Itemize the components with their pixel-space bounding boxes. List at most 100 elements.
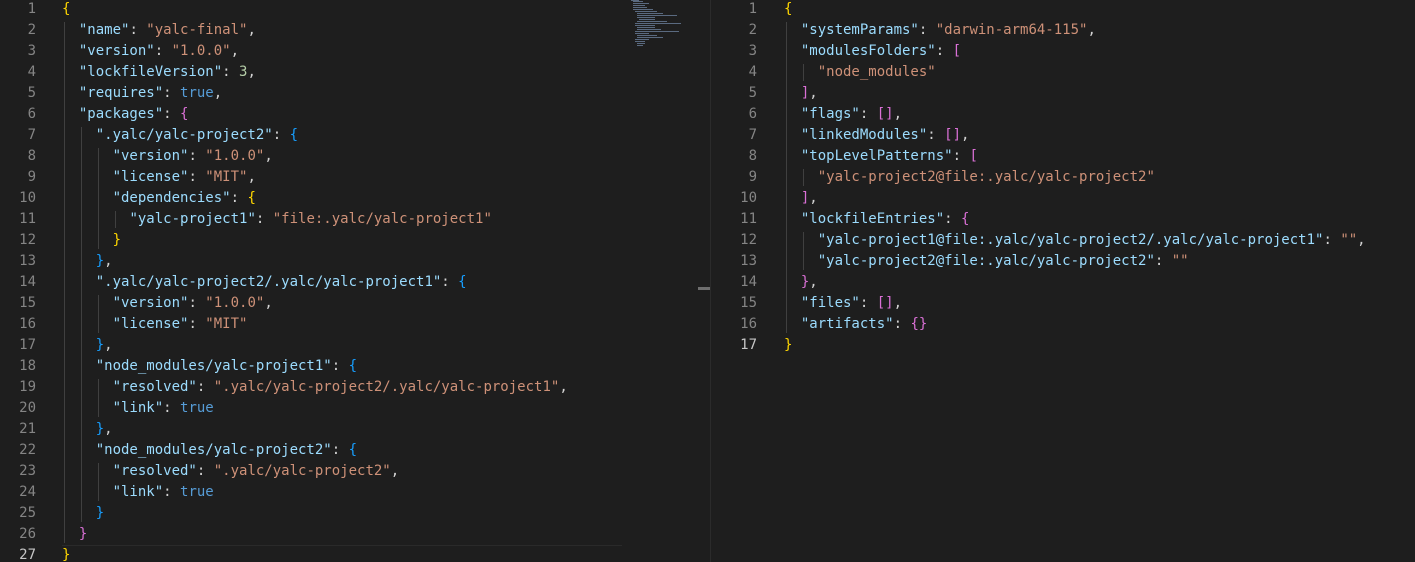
code-line[interactable]: "link": true — [62, 482, 214, 503]
line-number[interactable]: 8 — [721, 146, 757, 167]
line-number[interactable]: 19 — [0, 377, 36, 398]
code-line[interactable]: "modulesFolders": [ — [784, 41, 961, 62]
code-line[interactable]: ".yalc/yalc-project2": { — [62, 125, 298, 146]
left-editor-pane[interactable]: 1 {2 "name": "yalc-final", 3 "version": "1… — [0, 0, 697, 562]
code-line[interactable]: "requires": true, — [62, 83, 222, 104]
code-line[interactable]: "dependencies": { — [62, 188, 256, 209]
line-number[interactable]: 11 — [721, 209, 757, 230]
line-number[interactable]: 7 — [721, 125, 757, 146]
code-token: "yalc-project1" — [129, 211, 256, 227]
line-number[interactable]: 17 — [721, 335, 757, 356]
code-line[interactable]: "packages": { — [62, 104, 189, 125]
line-number[interactable]: 8 — [0, 146, 36, 167]
code-line[interactable]: "license": "MIT" — [62, 314, 248, 335]
code-line[interactable]: "systemParams": "darwin-arm64-115", — [784, 20, 1096, 41]
line-number[interactable]: 15 — [721, 293, 757, 314]
line-number[interactable]: 1 — [0, 0, 36, 20]
code-line[interactable]: "resolved": ".yalc/yalc-project2", — [62, 461, 400, 482]
line-number[interactable]: 17 — [0, 335, 36, 356]
line-number[interactable]: 3 — [0, 41, 36, 62]
code-line[interactable]: ".yalc/yalc-project2/.yalc/yalc-project1… — [62, 272, 467, 293]
line-number[interactable]: 5 — [721, 83, 757, 104]
line-number[interactable]: 24 — [0, 482, 36, 503]
line-number[interactable]: 26 — [0, 524, 36, 545]
code-line[interactable]: "yalc-project1@file:.yalc/yalc-project2/… — [784, 230, 1366, 251]
line-number[interactable]: 5 — [0, 83, 36, 104]
line-number[interactable]: 15 — [0, 293, 36, 314]
code-line[interactable]: } — [62, 503, 104, 524]
line-number[interactable]: 11 — [0, 209, 36, 230]
code-line[interactable]: } — [784, 335, 792, 356]
vertical-scrollbar-thumb[interactable] — [698, 287, 710, 290]
line-number[interactable]: 2 — [721, 20, 757, 41]
line-number[interactable]: 14 — [721, 272, 757, 293]
line-number[interactable]: 6 — [721, 104, 757, 125]
line-number[interactable]: 12 — [0, 230, 36, 251]
code-line[interactable]: "linkedModules": [], — [784, 125, 970, 146]
code-line[interactable]: }, — [62, 419, 113, 440]
code-line[interactable]: "resolved": ".yalc/yalc-project2/.yalc/y… — [62, 377, 568, 398]
code-line[interactable]: } — [62, 524, 87, 545]
editor-splitter[interactable] — [697, 0, 711, 562]
line-number[interactable]: 9 — [721, 167, 757, 188]
code-line[interactable]: ], — [784, 83, 818, 104]
code-line[interactable]: } — [62, 545, 70, 562]
code-line[interactable]: "license": "MIT", — [62, 167, 256, 188]
code-line[interactable]: "node_modules" — [784, 62, 936, 83]
code-line[interactable]: "topLevelPatterns": [ — [784, 146, 978, 167]
code-line[interactable]: "name": "yalc-final", — [62, 20, 256, 41]
code-line[interactable]: "files": [], — [784, 293, 902, 314]
line-number[interactable]: 27 — [0, 545, 36, 562]
line-number[interactable]: 25 — [0, 503, 36, 524]
code-line[interactable]: }, — [784, 272, 818, 293]
code-line[interactable]: } — [62, 230, 121, 251]
line-number[interactable]: 23 — [0, 461, 36, 482]
code-line[interactable]: "yalc-project2@file:.yalc/yalc-project2"… — [784, 251, 1189, 272]
code-token: : — [129, 22, 147, 38]
code-line[interactable]: { — [784, 0, 792, 20]
line-number[interactable]: 6 — [0, 104, 36, 125]
code-line[interactable]: "version": "1.0.0", — [62, 293, 273, 314]
right-editor-pane[interactable]: 1 {2 "systemParams": "darwin-arm64-115", 3… — [711, 0, 1415, 562]
line-number[interactable]: 7 — [0, 125, 36, 146]
code-line[interactable]: "node_modules/yalc-project2": { — [62, 440, 357, 461]
line-number[interactable]: 1 — [721, 0, 757, 20]
line-number[interactable]: 4 — [0, 62, 36, 83]
line-number[interactable]: 16 — [0, 314, 36, 335]
line-number[interactable]: 9 — [0, 167, 36, 188]
code-line[interactable]: "yalc-project1": "file:.yalc/yalc-projec… — [62, 209, 491, 230]
code-line[interactable]: "link": true — [62, 398, 214, 419]
line-number[interactable]: 10 — [721, 188, 757, 209]
line-number[interactable]: 18 — [0, 356, 36, 377]
line-number[interactable]: 12 — [721, 230, 757, 251]
code-line[interactable]: }, — [62, 335, 113, 356]
code-line[interactable]: ], — [784, 188, 818, 209]
code-line[interactable]: "node_modules/yalc-project1": { — [62, 356, 357, 377]
code-line[interactable]: "flags": [], — [784, 104, 902, 125]
line-number[interactable]: 10 — [0, 188, 36, 209]
indent-guide — [98, 148, 99, 249]
code-line[interactable]: "version": "1.0.0", — [62, 146, 273, 167]
line-number[interactable]: 22 — [0, 440, 36, 461]
code-line[interactable]: }, — [62, 251, 113, 272]
line-number[interactable]: 20 — [0, 398, 36, 419]
code-line[interactable]: { — [62, 0, 70, 20]
line-number[interactable]: 13 — [0, 251, 36, 272]
minimap[interactable] — [631, 0, 691, 52]
line-number[interactable]: 2 — [0, 20, 36, 41]
code-line[interactable]: "lockfileVersion": 3, — [62, 62, 256, 83]
code-line[interactable]: "artifacts": {} — [784, 314, 927, 335]
code-line[interactable]: "version": "1.0.0", — [62, 41, 239, 62]
line-number[interactable]: 16 — [721, 314, 757, 335]
line-number[interactable]: 3 — [721, 41, 757, 62]
line-number[interactable]: 4 — [721, 62, 757, 83]
line-number[interactable]: 21 — [0, 419, 36, 440]
code-token: : — [196, 463, 214, 479]
code-line[interactable]: "yalc-project2@file:.yalc/yalc-project2" — [784, 167, 1155, 188]
code-token: : — [188, 148, 206, 164]
line-number[interactable]: 14 — [0, 272, 36, 293]
line-number[interactable]: 13 — [721, 251, 757, 272]
code-line[interactable]: "lockfileEntries": { — [784, 209, 970, 230]
